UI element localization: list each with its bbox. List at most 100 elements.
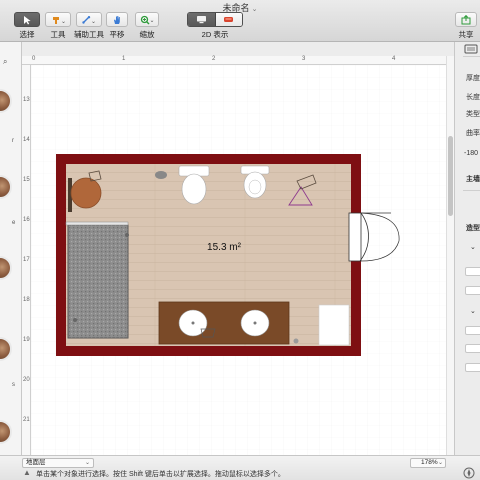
library-item[interactable] bbox=[0, 89, 12, 113]
tools-button[interactable]: ⌄ bbox=[45, 12, 71, 27]
ruler-vertical[interactable]: 13 14 15 16 17 18 19 20 21 bbox=[22, 65, 31, 455]
floor-marker bbox=[293, 338, 299, 344]
ruler-tick: 20 bbox=[23, 377, 30, 383]
share-icon bbox=[461, 14, 471, 24]
svg-text:⌄: ⌄ bbox=[150, 17, 155, 24]
length-label: 长度 bbox=[466, 94, 480, 101]
status-hint: 单击某个对象进行选择。按住 Shift 键后单击以扩展选择。拖动鼠标以选择多个。 bbox=[36, 471, 285, 478]
divider bbox=[463, 56, 480, 57]
width-field[interactable] bbox=[465, 344, 480, 353]
ruler-tick: 18 bbox=[23, 297, 30, 303]
shower-drain bbox=[73, 318, 77, 322]
pan-tool[interactable]: 平移 bbox=[104, 12, 130, 40]
thickness-label: 厚度 bbox=[466, 75, 480, 82]
tools-label: 工具 bbox=[50, 30, 66, 39]
tools-tool[interactable]: ⌄ 工具 bbox=[44, 12, 72, 40]
door-frame[interactable] bbox=[348, 212, 362, 262]
ruler-tick: 13 bbox=[23, 97, 30, 103]
ruler-tick: 16 bbox=[23, 217, 30, 223]
library-item[interactable] bbox=[0, 256, 12, 280]
library-item-label: e bbox=[12, 220, 16, 226]
library-item[interactable] bbox=[0, 420, 12, 444]
share-button[interactable] bbox=[455, 12, 477, 27]
zoom-button[interactable]: ⌄ bbox=[135, 12, 159, 27]
waste-bin[interactable] bbox=[155, 171, 167, 179]
shower-valve[interactable] bbox=[125, 233, 129, 237]
magnifier-plus-icon: ⌄ bbox=[140, 15, 155, 24]
library-panel: ⌕ r e s bbox=[0, 42, 22, 455]
ruler-tick: 19 bbox=[23, 337, 30, 343]
select-button[interactable] bbox=[14, 12, 40, 27]
library-item[interactable] bbox=[0, 337, 12, 361]
inspector-tab-icon[interactable] bbox=[464, 44, 478, 54]
chevron-down-icon: ⌄ bbox=[437, 460, 443, 466]
view-3d-button[interactable] bbox=[215, 13, 242, 26]
app-window: 未命名 ⌄ 选择 ⌄ 工具 ⌄ 辅助工具 平移 ⌄ 缩放 2D 表示 共享 ⌕ … bbox=[0, 0, 480, 480]
divider bbox=[463, 190, 480, 191]
zoom-select-value: 178% bbox=[421, 459, 438, 466]
layer-select[interactable]: 地面层 ⌄ bbox=[22, 458, 94, 468]
ruler-horizontal[interactable]: 0 1 2 3 4 bbox=[22, 56, 446, 65]
stepper-arrow-icon[interactable]: ⌄ bbox=[470, 307, 476, 315]
view-2d-label: 2D 表示 bbox=[201, 30, 229, 39]
vertical-scroll-thumb[interactable] bbox=[448, 136, 453, 216]
zoom-select[interactable]: 178% ⌄ bbox=[410, 458, 446, 468]
drain-right bbox=[253, 321, 257, 325]
pan-button[interactable] bbox=[106, 12, 128, 27]
view-2d-button[interactable] bbox=[188, 13, 216, 26]
svg-text:⌄: ⌄ bbox=[61, 18, 65, 25]
chevron-down-icon: ⌄ bbox=[251, 6, 258, 13]
floor-plan[interactable]: 15.3 m² bbox=[31, 65, 446, 455]
ruler-tick: 15 bbox=[23, 177, 30, 183]
shower-tray[interactable] bbox=[67, 224, 129, 339]
cursor-arrow-icon bbox=[24, 15, 31, 24]
zoom-label: 缩放 bbox=[139, 30, 155, 39]
ruler-tick: 0 bbox=[32, 56, 36, 62]
height-field[interactable] bbox=[465, 267, 480, 276]
aux-tools-tool[interactable]: ⌄ 辅助工具 bbox=[74, 12, 104, 40]
ruler-tick: 14 bbox=[23, 137, 30, 143]
plan-canvas[interactable]: 15.3 m² bbox=[31, 65, 446, 455]
vertical-scrollbar[interactable] bbox=[446, 56, 454, 455]
ruler-tick: 1 bbox=[122, 56, 126, 62]
shape-label: 造型 bbox=[466, 225, 480, 232]
type-label: 类型 bbox=[466, 111, 480, 118]
room-area-label[interactable]: 15.3 m² bbox=[207, 242, 242, 253]
curvature-label: 曲率 bbox=[466, 130, 480, 137]
round-table[interactable] bbox=[70, 177, 102, 209]
angle-value[interactable]: -180 bbox=[464, 150, 478, 157]
vanity-counter[interactable] bbox=[158, 301, 290, 345]
ruler-tick: 2 bbox=[212, 56, 216, 62]
status-bar: 地面层 ⌄ ▲ 单击某个对象进行选择。按住 Shift 键后单击以扩展选择。拖动… bbox=[0, 455, 480, 480]
inspector-panel: 厚度 长度 类型 曲率 -180 主墙 造型 ⌄ ⊥ ⌄ ⊥ bbox=[454, 42, 480, 455]
layer-select-value: 地面层 bbox=[26, 459, 46, 466]
info-icon: ▲ bbox=[23, 468, 31, 477]
aux-tools-button[interactable]: ⌄ bbox=[76, 12, 102, 27]
toilet-bowl[interactable] bbox=[181, 173, 207, 205]
select-tool[interactable]: 选择 bbox=[13, 12, 41, 40]
hand-icon bbox=[114, 15, 120, 24]
library-item-label: r bbox=[12, 138, 14, 144]
compass-icon[interactable] bbox=[462, 467, 476, 479]
svg-text:⌄: ⌄ bbox=[91, 18, 96, 25]
zoom-tool[interactable]: ⌄ 缩放 bbox=[134, 12, 160, 40]
ruler-tick: 3 bbox=[302, 56, 306, 62]
shower-screen[interactable] bbox=[65, 221, 129, 226]
offset-field[interactable] bbox=[465, 363, 480, 372]
search-icon[interactable]: ⌕ bbox=[3, 57, 13, 67]
view-mode-toggle[interactable] bbox=[187, 12, 243, 27]
title-toolbar: 未命名 ⌄ 选择 ⌄ 工具 ⌄ 辅助工具 平移 ⌄ 缩放 2D 表示 共享 bbox=[0, 0, 480, 42]
ruler-tick: 17 bbox=[23, 257, 30, 263]
stepper-arrow-icon[interactable]: ⌄ bbox=[470, 243, 476, 251]
storage-cabinet[interactable] bbox=[318, 304, 350, 346]
share-tool[interactable]: 共享 bbox=[454, 12, 478, 40]
share-label: 共享 bbox=[458, 30, 474, 39]
main-wall-label: 主墙 bbox=[466, 176, 480, 183]
height-field[interactable] bbox=[465, 326, 480, 335]
width-field[interactable] bbox=[465, 286, 480, 295]
library-item[interactable] bbox=[0, 175, 12, 199]
ruler-tick: 21 bbox=[23, 417, 30, 423]
aux-tools-label: 辅助工具 bbox=[74, 30, 104, 39]
drain-left bbox=[191, 321, 195, 325]
select-label: 选择 bbox=[19, 30, 35, 39]
